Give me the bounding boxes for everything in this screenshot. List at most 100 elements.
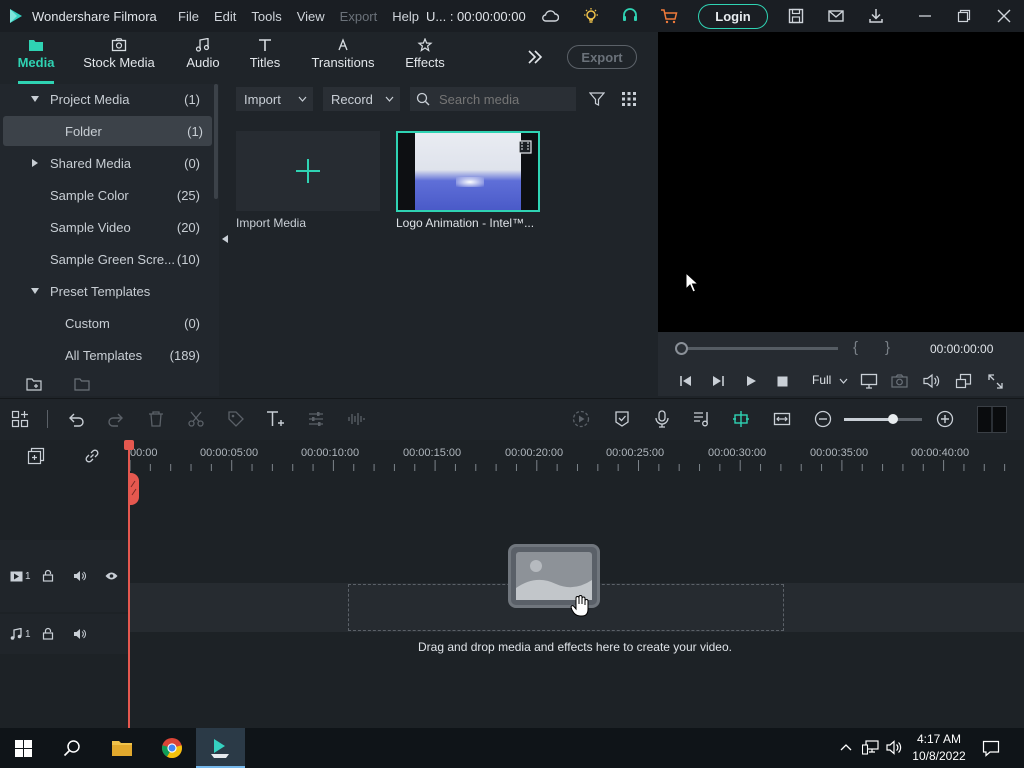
track-volume-icon[interactable]	[73, 628, 86, 640]
eye-visibility-icon[interactable]	[105, 571, 118, 581]
sidebar-item-folder[interactable]: Folder (1)	[3, 116, 212, 146]
step-back-icon[interactable]	[679, 375, 693, 387]
menu-file[interactable]: File	[178, 9, 199, 24]
network-icon[interactable]	[862, 740, 879, 755]
export-button[interactable]: Export	[567, 45, 637, 69]
filmora-taskbar-button[interactable]	[196, 728, 245, 768]
sidebar-item-preset-templates[interactable]: Preset Templates	[0, 276, 212, 306]
download-icon[interactable]	[867, 7, 885, 25]
link-icon[interactable]	[83, 447, 101, 465]
search-icon[interactable]	[63, 739, 81, 757]
mail-icon[interactable]	[827, 8, 845, 24]
mark-in-icon[interactable]: {	[853, 339, 858, 356]
marker-shield-icon[interactable]	[613, 410, 631, 428]
adjust-sliders-icon[interactable]	[307, 410, 325, 428]
play-icon[interactable]	[745, 375, 757, 387]
minimize-icon[interactable]	[917, 8, 933, 24]
filter-icon[interactable]	[589, 91, 605, 107]
display-monitor-icon[interactable]	[860, 373, 878, 389]
sidebar-item-custom[interactable]: Custom (0)	[0, 308, 212, 338]
crop-resize-icon[interactable]	[955, 373, 972, 389]
playback-progress-track[interactable]	[680, 347, 838, 350]
playback-progress-handle[interactable]	[675, 342, 688, 355]
layout-grid-icon[interactable]	[11, 410, 29, 428]
menu-tools[interactable]: Tools	[251, 9, 281, 24]
snapshot-camera-icon[interactable]	[891, 374, 908, 388]
chrome-icon[interactable]	[161, 737, 183, 759]
auto-snap-icon[interactable]	[732, 410, 750, 428]
clock-time[interactable]: 4:17 AM	[906, 732, 972, 746]
tab-effects[interactable]: Effects	[400, 32, 450, 84]
audio-waveform-icon[interactable]	[347, 410, 365, 428]
search-box[interactable]	[410, 87, 576, 111]
folder-icon[interactable]	[74, 377, 92, 392]
menu-edit[interactable]: Edit	[214, 9, 236, 24]
sidebar-item-sample-video[interactable]: Sample Video (20)	[0, 212, 212, 242]
fit-timeline-icon[interactable]	[773, 410, 791, 428]
sidebar-item-all-templates[interactable]: All Templates (189)	[0, 340, 212, 370]
headset-support-icon[interactable]	[621, 7, 639, 25]
redo-icon[interactable]	[107, 410, 125, 428]
cloud-icon[interactable]	[541, 8, 559, 24]
time-ruler[interactable]: 00:00 00:00:05:00 00:00:10:00 00:00:15:0…	[129, 440, 1024, 472]
timeline-layout-toggle[interactable]	[977, 406, 1007, 433]
restore-icon[interactable]	[956, 8, 972, 24]
clock-date[interactable]: 10/8/2022	[906, 749, 972, 763]
tab-media[interactable]: Media	[10, 32, 62, 84]
grid-view-icon[interactable]	[622, 92, 636, 106]
quality-dropdown[interactable]: Full	[812, 373, 848, 391]
sidebar-item-sample-color[interactable]: Sample Color (25)	[0, 180, 212, 210]
import-media-tile[interactable]	[236, 131, 380, 211]
more-tabs-chevron-icon[interactable]	[527, 50, 543, 64]
fullscreen-icon[interactable]	[988, 374, 1003, 389]
render-preview-icon[interactable]	[572, 410, 590, 428]
lock-icon[interactable]	[42, 569, 54, 582]
close-icon[interactable]	[996, 8, 1012, 24]
caret-down-icon[interactable]	[30, 287, 40, 295]
new-folder-icon[interactable]	[26, 377, 44, 392]
stop-icon[interactable]	[777, 376, 788, 387]
playhead-handle[interactable]	[129, 473, 139, 505]
caret-down-icon[interactable]	[30, 95, 40, 103]
lock-icon[interactable]	[42, 627, 54, 640]
sidebar-item-project-media[interactable]: Project Media (1)	[0, 84, 212, 114]
menu-view[interactable]: View	[297, 9, 325, 24]
speaker-volume-icon[interactable]	[886, 740, 902, 755]
collapse-sidebar-icon[interactable]	[222, 235, 228, 243]
tab-titles[interactable]: Titles	[242, 32, 288, 84]
zoom-slider[interactable]	[844, 414, 922, 424]
zoom-in-icon[interactable]	[936, 410, 954, 428]
search-input[interactable]	[439, 91, 569, 107]
cut-scissors-icon[interactable]	[187, 410, 205, 428]
sidebar-item-sample-green-screen[interactable]: Sample Green Scre... (10)	[0, 244, 212, 274]
delete-trash-icon[interactable]	[147, 410, 165, 428]
windows-start-icon[interactable]	[15, 740, 32, 757]
step-forward-icon[interactable]	[711, 375, 725, 387]
sidebar-scrollbar[interactable]	[214, 84, 218, 199]
microphone-icon[interactable]	[653, 410, 671, 428]
bulb-icon[interactable]	[582, 7, 600, 25]
record-dropdown[interactable]: Record	[323, 87, 400, 111]
import-dropdown[interactable]: Import	[236, 87, 313, 111]
add-text-icon[interactable]	[266, 410, 286, 428]
audio-mixer-icon[interactable]	[693, 410, 711, 428]
menu-export[interactable]: Export	[340, 9, 378, 24]
cart-icon[interactable]	[660, 8, 678, 24]
tab-stock-media[interactable]: Stock Media	[80, 32, 158, 84]
zoom-slider-handle[interactable]	[888, 414, 899, 424]
login-button[interactable]: Login	[698, 4, 768, 29]
track-volume-icon[interactable]	[73, 570, 86, 582]
undo-icon[interactable]	[67, 410, 85, 428]
menu-help[interactable]: Help	[392, 9, 419, 24]
notification-icon[interactable]	[982, 739, 1000, 757]
sidebar-item-shared-media[interactable]: Shared Media (0)	[0, 148, 212, 178]
mark-out-icon[interactable]: }	[885, 339, 890, 356]
tag-icon[interactable]	[227, 410, 245, 428]
save-icon[interactable]	[787, 7, 805, 25]
media-clip-thumbnail[interactable]	[396, 131, 540, 212]
tab-transitions[interactable]: Transitions	[308, 32, 378, 84]
zoom-out-icon[interactable]	[814, 410, 832, 428]
file-explorer-icon[interactable]	[111, 739, 133, 757]
tab-audio[interactable]: Audio	[180, 32, 226, 84]
caret-right-icon[interactable]	[31, 158, 39, 168]
